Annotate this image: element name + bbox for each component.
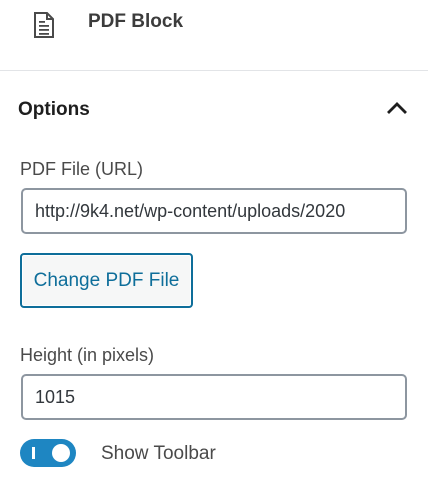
show-toolbar-toggle[interactable] [20, 439, 76, 467]
options-panel-toggle[interactable]: Options [0, 92, 428, 130]
pdf-url-input[interactable] [21, 188, 407, 234]
block-settings-panel: PDF Block Options PDF File (URL) Change … [0, 0, 428, 499]
pdf-file-label: PDF File (URL) [20, 159, 144, 179]
height-label: Height (in pixels) [20, 345, 155, 365]
height-input[interactable] [21, 374, 407, 420]
document-icon [32, 11, 56, 39]
toggle-knob [52, 444, 70, 462]
toggle-on-indicator [32, 447, 35, 459]
block-card: PDF Block [0, 0, 428, 71]
chevron-up-icon[interactable] [382, 92, 412, 122]
options-title: Options [18, 99, 90, 120]
block-title: PDF Block [88, 11, 184, 32]
show-toolbar-label: Show Toolbar [101, 443, 216, 464]
change-pdf-button[interactable]: Change PDF File [20, 253, 193, 308]
